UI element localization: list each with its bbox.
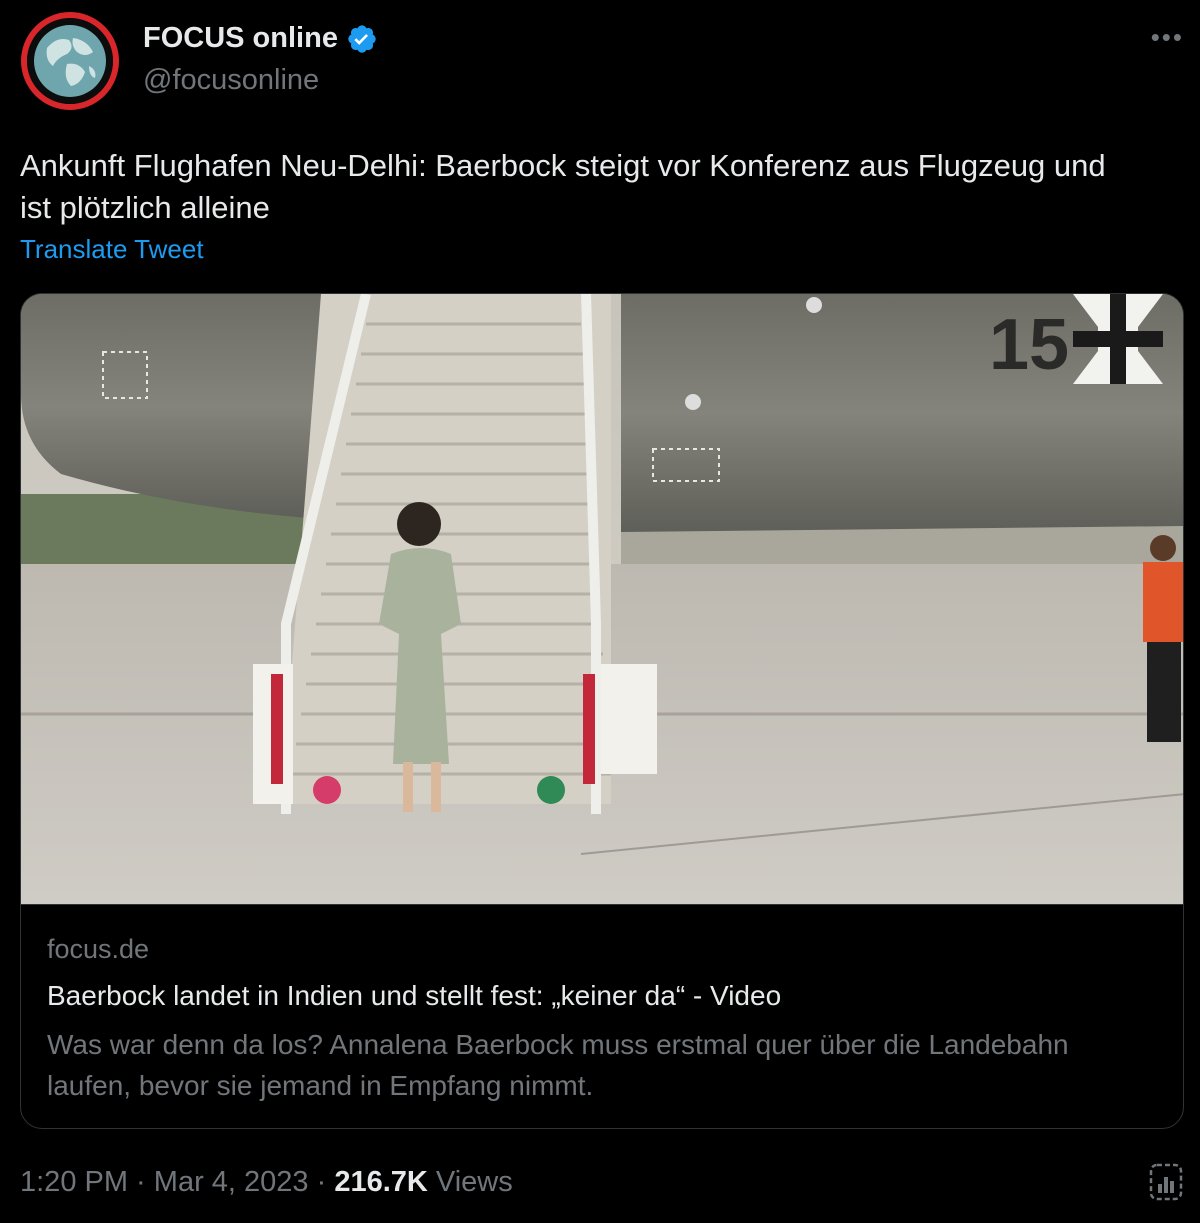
iron-cross-icon <box>1073 294 1163 384</box>
card-title: Baerbock landet in Indien und stellt fes… <box>47 980 782 1011</box>
translate-tweet-link[interactable]: Translate Tweet <box>20 234 204 265</box>
display-name-text: FOCUS online <box>143 22 338 54</box>
author-handle[interactable]: @focusonline <box>143 64 319 97</box>
tweet-date[interactable]: Mar 4, 2023 <box>154 1166 309 1199</box>
tweet-meta: 1:20 PM · Mar 4, 2023 · 216.7K Views <box>20 1166 513 1199</box>
tweet-text: Ankunft Flughafen Neu-Delhi: Baerbock st… <box>20 148 1106 225</box>
verified-badge-icon <box>348 24 376 53</box>
card-image: 15 <box>21 294 1183 904</box>
views-label: Views <box>427 1166 513 1198</box>
card-domain: focus.de <box>47 934 150 964</box>
card-description: Was war denn da los? Annalena Baerbock m… <box>47 1029 1069 1101</box>
card-divider <box>21 904 1183 905</box>
tweet-time[interactable]: 1:20 PM <box>20 1166 128 1199</box>
author-avatar[interactable] <box>21 12 119 110</box>
globe-icon <box>27 18 113 104</box>
analytics-icon[interactable] <box>1148 1162 1184 1202</box>
author-display-name[interactable]: FOCUS online <box>143 22 378 55</box>
views-count: 216.7K <box>334 1166 428 1198</box>
more-horizontal-icon[interactable]: ••• <box>1151 22 1184 53</box>
meta-separator: · <box>308 1166 335 1198</box>
aircraft-number: 15 <box>989 305 1069 385</box>
link-card[interactable]: 15 focus.de Baerbock landet in Indien un… <box>20 293 1184 1129</box>
meta-separator: · <box>128 1166 154 1198</box>
